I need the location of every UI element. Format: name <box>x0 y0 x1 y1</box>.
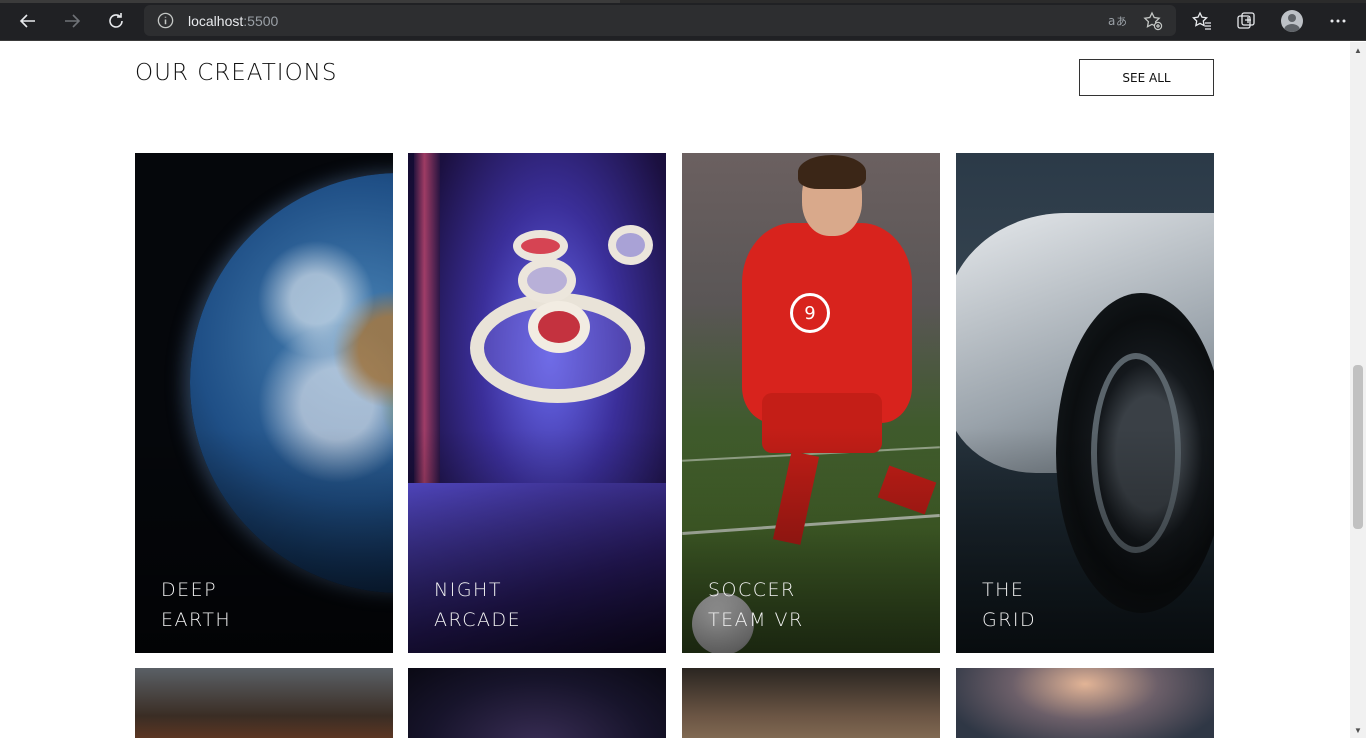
card-title-line2: TEAM VR <box>708 609 804 631</box>
back-arrow-icon <box>19 14 35 28</box>
address-url[interactable]: localhost:5500 <box>188 13 278 29</box>
active-tab-edge <box>0 0 620 3</box>
creation-card-the-grid[interactable]: THE GRID <box>956 153 1214 653</box>
scrollbar-thumb[interactable] <box>1353 365 1363 529</box>
svg-text:a: a <box>1108 14 1115 28</box>
creation-card-night-arcade[interactable]: NIGHT ARCADE <box>408 153 666 653</box>
card-title: DEEP EARTH <box>161 575 231 635</box>
more-menu-button[interactable] <box>1323 6 1353 36</box>
url-host: localhost <box>188 13 244 29</box>
add-favorite-icon <box>1143 11 1163 31</box>
read-aloud-button[interactable]: aあ <box>1106 10 1128 32</box>
url-port: :5500 <box>243 13 279 29</box>
tab-strip-edge <box>0 0 1366 3</box>
collections-button[interactable] <box>1231 6 1261 36</box>
creation-card-partial[interactable] <box>135 668 393 738</box>
info-icon[interactable] <box>156 11 175 30</box>
address-bar[interactable]: localhost:5500 aあ <box>144 5 1176 36</box>
creation-card-partial[interactable] <box>682 668 940 738</box>
profile-button[interactable] <box>1277 6 1307 36</box>
svg-text:あ: あ <box>1116 15 1126 28</box>
creation-card-partial[interactable] <box>956 668 1214 738</box>
back-button[interactable] <box>13 6 43 36</box>
scroll-down-arrow-icon[interactable]: ▼ <box>1350 722 1366 738</box>
creation-card-partial[interactable] <box>408 668 666 738</box>
card-title-line2: GRID <box>982 609 1037 631</box>
page-content: OUR CREATIONS SEE ALL DEEP EARTH NIGHT A… <box>0 42 1350 738</box>
card-title-line1: SOCCER <box>708 579 796 601</box>
card-title-line1: DEEP <box>161 579 218 601</box>
card-title-line1: NIGHT <box>434 579 502 601</box>
more-menu-icon <box>1330 19 1346 23</box>
card-title: SOCCER TEAM VR <box>708 575 804 635</box>
refresh-icon <box>109 13 123 28</box>
see-all-button[interactable]: SEE ALL <box>1079 59 1214 96</box>
collections-icon <box>1237 12 1255 29</box>
forward-button[interactable] <box>57 6 87 36</box>
add-favorite-button[interactable] <box>1142 10 1164 32</box>
page-scrollbar[interactable]: ▲ ▼ <box>1350 42 1366 738</box>
forward-arrow-icon <box>65 14 81 28</box>
favorites-button[interactable] <box>1187 6 1217 36</box>
card-title-line2: EARTH <box>161 609 232 631</box>
profile-avatar-icon <box>1281 10 1303 32</box>
card-title-line1: THE <box>982 579 1025 601</box>
section-title: OUR CREATIONS <box>135 60 338 86</box>
favorites-icon <box>1192 11 1211 30</box>
browser-toolbar: localhost:5500 aあ <box>0 0 1366 41</box>
card-title-line2: ARCADE <box>434 609 522 631</box>
read-aloud-icon: aあ <box>1108 14 1126 28</box>
card-title: NIGHT ARCADE <box>434 575 521 635</box>
refresh-button[interactable] <box>101 6 131 36</box>
creation-card-soccer-team-vr[interactable]: 9 SOCCER TEAM VR <box>682 153 940 653</box>
creation-card-deep-earth[interactable]: DEEP EARTH <box>135 153 393 653</box>
card-title: THE GRID <box>982 575 1036 635</box>
scroll-up-arrow-icon[interactable]: ▲ <box>1350 42 1366 58</box>
